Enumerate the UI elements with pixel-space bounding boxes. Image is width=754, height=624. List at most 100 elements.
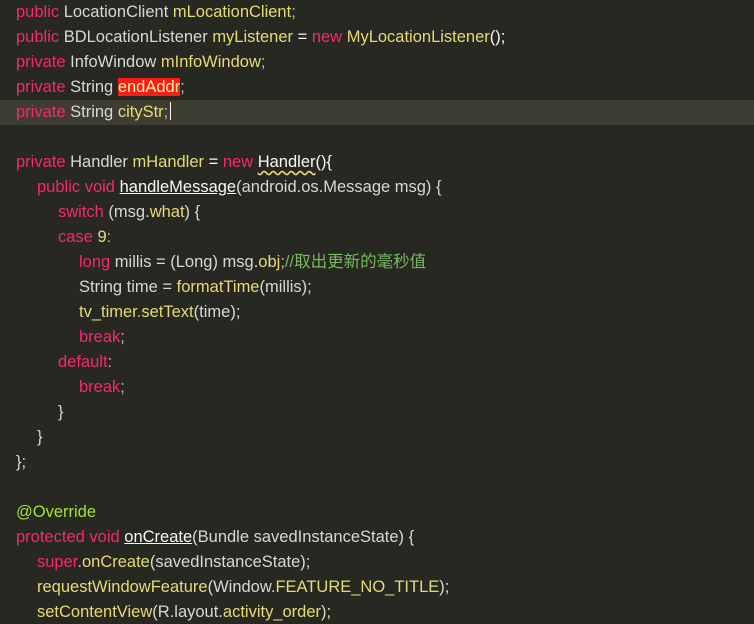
code-token: (Window. bbox=[207, 578, 276, 596]
code-line[interactable] bbox=[0, 125, 754, 150]
code-token: new bbox=[222, 153, 254, 171]
code-line[interactable]: } bbox=[0, 400, 754, 425]
code-token: 9 bbox=[97, 228, 107, 246]
code-line[interactable]: String time = formatTime(millis); bbox=[0, 275, 754, 300]
code-token: } bbox=[58, 403, 64, 421]
code-line[interactable]: break; bbox=[0, 375, 754, 400]
code-token: private bbox=[16, 153, 66, 171]
code-line-current[interactable]: private String cityStr; bbox=[0, 100, 754, 125]
code-token: ) { bbox=[184, 203, 201, 221]
code-token: ; bbox=[180, 78, 185, 96]
code-token: ; bbox=[163, 103, 169, 121]
code-token: mLocationClient bbox=[172, 3, 292, 21]
code-token: (millis); bbox=[259, 278, 312, 296]
code-line[interactable]: public LocationClient mLocationClient; bbox=[0, 0, 754, 25]
code-token: String bbox=[65, 103, 118, 121]
code-token: LocationClient bbox=[59, 3, 173, 21]
code-token: } bbox=[37, 428, 43, 446]
code-token: obj bbox=[258, 253, 281, 271]
code-token: millis = (Long) msg. bbox=[110, 253, 259, 271]
code-token: void bbox=[84, 178, 115, 196]
code-token: default bbox=[58, 353, 108, 371]
code-token: (msg. bbox=[103, 203, 150, 221]
code-line[interactable]: public BDLocationListener myListener = n… bbox=[0, 25, 754, 50]
code-token: String time = bbox=[79, 278, 177, 296]
code-line[interactable]: private InfoWindow mInfoWindow; bbox=[0, 50, 754, 75]
code-token: switch bbox=[58, 203, 104, 221]
code-editor[interactable]: public LocationClient mLocationClient; pu… bbox=[0, 0, 754, 624]
code-token: //取出更新的毫秒值 bbox=[284, 253, 427, 271]
code-token: (android.os.Message msg) { bbox=[236, 178, 442, 196]
code-token: Handler bbox=[65, 153, 133, 171]
code-line[interactable]: default: bbox=[0, 350, 754, 375]
code-token: setText bbox=[141, 303, 194, 321]
code-token: onCreate bbox=[124, 528, 193, 546]
code-token: private bbox=[16, 78, 66, 96]
code-token: }; bbox=[16, 453, 27, 471]
code-line[interactable]: long millis = (Long) msg.obj;//取出更新的毫秒值 bbox=[0, 250, 754, 275]
code-line[interactable]: case 9: bbox=[0, 225, 754, 250]
code-token: requestWindowFeature bbox=[37, 578, 208, 596]
code-token: public bbox=[16, 28, 60, 46]
code-token: protected bbox=[16, 528, 85, 546]
code-token: FEATURE_NO_TITLE bbox=[275, 578, 440, 596]
code-token: tv_timer bbox=[79, 303, 137, 321]
code-line[interactable]: switch (msg.what) { bbox=[0, 200, 754, 225]
code-token: ); bbox=[439, 578, 450, 596]
code-token: mInfoWindow bbox=[160, 53, 261, 71]
code-token: InfoWindow bbox=[65, 53, 161, 71]
code-token: (time); bbox=[193, 303, 241, 321]
code-token: break bbox=[79, 328, 121, 346]
code-token: Handler bbox=[257, 153, 316, 171]
code-token: : bbox=[107, 353, 113, 371]
code-line[interactable]: setContentView(R.layout.activity_order); bbox=[0, 600, 754, 624]
code-token: new bbox=[311, 28, 343, 46]
code-line[interactable]: private Handler mHandler = new Handler()… bbox=[0, 150, 754, 175]
code-line[interactable]: @Override bbox=[0, 500, 754, 525]
text-caret bbox=[170, 102, 172, 120]
selected-token: endAddr bbox=[117, 78, 181, 96]
code-line[interactable]: }; bbox=[0, 450, 754, 475]
code-token: (R.layout. bbox=[152, 603, 223, 621]
code-token: activity_order bbox=[222, 603, 322, 621]
code-token: public bbox=[37, 178, 81, 196]
code-token: ; bbox=[291, 3, 296, 21]
code-token: ; bbox=[120, 378, 125, 396]
code-token: mHandler bbox=[132, 153, 205, 171]
code-token: (){ bbox=[315, 153, 333, 171]
code-token: public bbox=[16, 3, 60, 21]
code-line[interactable]: } bbox=[0, 425, 754, 450]
code-line[interactable]: break; bbox=[0, 325, 754, 350]
code-token: myListener bbox=[212, 28, 294, 46]
code-token: = bbox=[293, 28, 312, 46]
code-token: handleMessage bbox=[119, 178, 237, 196]
code-token: long bbox=[79, 253, 111, 271]
code-token: ); bbox=[321, 603, 332, 621]
code-token: private bbox=[16, 53, 66, 71]
code-line[interactable]: private String endAddr; bbox=[0, 75, 754, 100]
code-token: ; bbox=[120, 328, 125, 346]
code-token: (); bbox=[489, 28, 506, 46]
code-token: ; bbox=[260, 53, 266, 71]
code-token: (savedInstanceState); bbox=[149, 553, 311, 571]
code-token: formatTime bbox=[176, 278, 260, 296]
code-token: MyLocationListener bbox=[346, 28, 490, 46]
code-token: super bbox=[37, 553, 78, 571]
code-token: setContentView bbox=[37, 603, 153, 621]
code-line[interactable]: tv_timer.setText(time); bbox=[0, 300, 754, 325]
code-token: private bbox=[16, 103, 66, 121]
code-line[interactable]: public void handleMessage(android.os.Mes… bbox=[0, 175, 754, 200]
code-token: BDLocationListener bbox=[59, 28, 213, 46]
code-token: cityStr bbox=[117, 103, 164, 121]
code-token: void bbox=[89, 528, 120, 546]
code-line[interactable] bbox=[0, 475, 754, 500]
code-line[interactable]: requestWindowFeature(Window.FEATURE_NO_T… bbox=[0, 575, 754, 600]
code-token: case bbox=[58, 228, 93, 246]
code-token: (Bundle savedInstanceState) { bbox=[192, 528, 415, 546]
code-token: break bbox=[79, 378, 121, 396]
code-line[interactable]: protected void onCreate(Bundle savedInst… bbox=[0, 525, 754, 550]
code-line[interactable]: super.onCreate(savedInstanceState); bbox=[0, 550, 754, 575]
code-token: what bbox=[149, 203, 185, 221]
code-token: String bbox=[65, 78, 118, 96]
code-token: = bbox=[204, 153, 223, 171]
